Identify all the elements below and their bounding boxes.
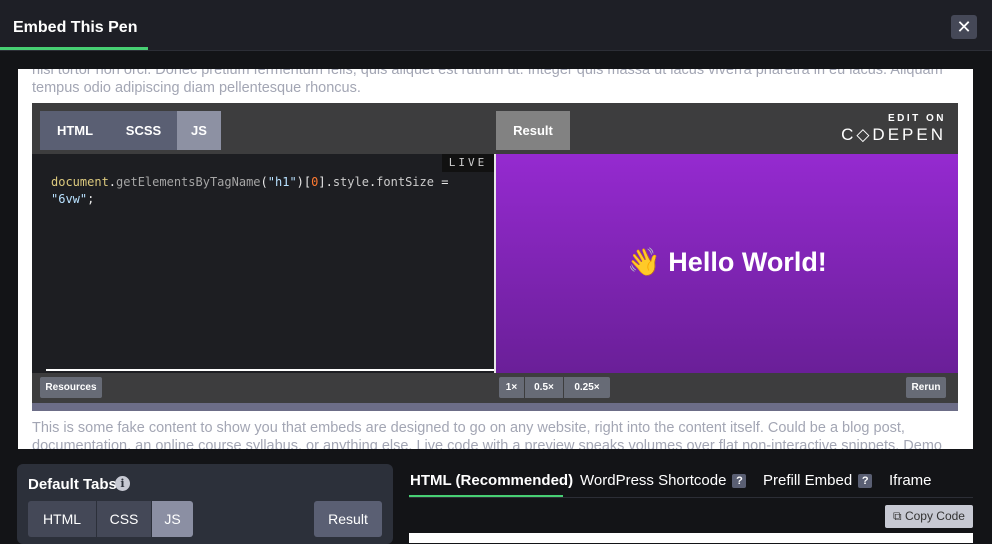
zoom-0-25x-button[interactable]: 0.25× [564, 377, 610, 398]
fake-text-bottom-line1: This is some fake content to show you th… [32, 420, 905, 436]
close-button[interactable]: ✕ [951, 15, 977, 39]
tab-js[interactable]: JS [177, 111, 221, 150]
embed-toolbar: HTML SCSS JS Result EDIT ON C◇DEPEN [32, 103, 958, 154]
tab-scss[interactable]: SCSS [110, 111, 177, 150]
embed-footer: Resources 1× 0.5× 0.25× Rerun [32, 373, 958, 403]
help-icon[interactable]: ? [858, 474, 873, 488]
code-line-1: document.getElementsByTagName("h1")[0].s… [51, 175, 449, 189]
tab-html-recommended[interactable]: HTML (Recommended) [410, 472, 573, 489]
default-tab-js[interactable]: JS [152, 501, 193, 537]
hello-world-heading: 👋 Hello World! [627, 247, 827, 277]
fake-text-top-line1: nisl tortor non orci. Donec pretium ferm… [32, 69, 943, 78]
tab-iframe[interactable]: Iframe [889, 472, 932, 489]
fake-text-bottom-line2: documentation, an online course syllabus… [32, 438, 942, 449]
zoom-0-5x-button[interactable]: 0.5× [525, 377, 563, 398]
default-tab-html[interactable]: HTML [28, 501, 96, 537]
copy-code-label: Copy Code [904, 509, 965, 523]
embed-code-textarea[interactable] [409, 533, 973, 543]
default-tab-result[interactable]: Result [314, 501, 382, 537]
info-icon[interactable]: i [115, 476, 130, 491]
default-tab-css[interactable]: CSS [97, 501, 151, 537]
modal-title: Embed This Pen [13, 19, 138, 36]
pen-embed: HTML SCSS JS Result EDIT ON C◇DEPEN LIVE… [32, 103, 958, 411]
active-tab-underline [409, 495, 563, 497]
tab-prefill-embed[interactable]: Prefill Embed? [763, 472, 873, 489]
copy-code-button[interactable]: ⧉ Copy Code [885, 505, 973, 528]
edit-on-codepen-link[interactable]: EDIT ON C◇DEPEN [841, 113, 946, 145]
js-editor[interactable]: LIVE document.getElementsByTagName("h1")… [32, 154, 494, 373]
code-line-2: "6vw"; [51, 192, 95, 206]
fake-text-top-line2: tempus odio adipiscing diam pellentesque… [32, 80, 361, 96]
embed-preview-area: nisl tortor non orci. Donec pretium ferm… [18, 69, 973, 449]
zoom-1x-button[interactable]: 1× [499, 377, 524, 398]
modal-header: Embed This Pen ✕ [0, 0, 992, 51]
rerun-button[interactable]: Rerun [906, 377, 946, 398]
default-tabs-label: Default Tabs [28, 476, 117, 493]
title-underline [0, 47, 148, 50]
help-icon[interactable]: ? [732, 474, 747, 488]
default-tabs-panel: Default Tabs i HTML CSS JS Result [17, 464, 393, 544]
tab-wordpress-shortcode[interactable]: WordPress Shortcode? [580, 472, 747, 489]
live-badge: LIVE [442, 154, 494, 172]
editor-scrollbar[interactable] [46, 369, 494, 371]
embed-bottom-strip [32, 403, 958, 411]
codepen-logo: C◇DEPEN [841, 125, 946, 144]
tab-html[interactable]: HTML [40, 111, 110, 150]
copy-icon: ⧉ [893, 509, 902, 523]
tab-result[interactable]: Result [496, 111, 570, 150]
result-preview: 👋 Hello World! [496, 154, 958, 373]
tabs-baseline [409, 497, 973, 498]
edit-on-label: EDIT ON [887, 113, 946, 124]
resources-button[interactable]: Resources [40, 377, 102, 398]
